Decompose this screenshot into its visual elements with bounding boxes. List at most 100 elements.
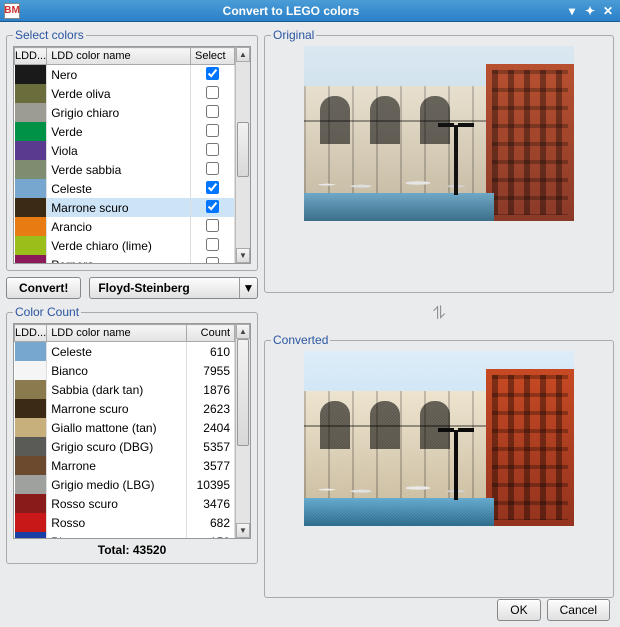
swap-button[interactable]: ⥮ [264,299,614,327]
color-count: 682 [187,513,235,532]
color-count: 1876 [187,380,235,399]
select-checkbox[interactable] [206,219,219,232]
scroll-down-icon[interactable]: ▼ [236,523,250,538]
table-row[interactable]: Grigio scuro (DBG)5357 [15,437,235,456]
color-name: Grigio chiaro [47,103,191,122]
table-row[interactable]: Sabbia (dark tan)1876 [15,380,235,399]
chevron-down-icon: ▼ [239,278,257,298]
maximize-icon[interactable]: ✦ [582,3,598,19]
color-swatch [15,84,47,103]
color-name: Nero [47,65,191,85]
select-checkbox[interactable] [206,257,219,264]
col-count[interactable]: Count [187,325,235,342]
color-swatch [15,65,47,84]
table-row[interactable]: Verde chiaro (lime) [15,236,235,255]
table-row[interactable]: Giallo mattone (tan)2404 [15,418,235,437]
color-swatch [15,160,47,179]
select-scrollbar[interactable]: ▲ ▼ [235,47,250,263]
table-row[interactable]: Celeste610 [15,342,235,362]
col-name[interactable]: LDD color name [47,48,191,65]
color-swatch [15,342,47,361]
color-name: Viola [47,141,191,160]
table-row[interactable]: Verde sabbia [15,160,235,179]
select-checkbox[interactable] [206,162,219,175]
table-row[interactable]: Grigio chiaro [15,103,235,122]
scroll-down-icon[interactable]: ▼ [236,248,250,263]
dither-select[interactable]: Floyd-Steinberg ▼ [89,277,258,299]
original-image [271,46,607,221]
select-checkbox[interactable] [206,143,219,156]
color-swatch [15,198,47,217]
minimize-icon[interactable]: ▾ [564,3,580,19]
window-title: Convert to LEGO colors [20,4,562,18]
select-checkbox[interactable] [206,181,219,194]
convert-button[interactable]: Convert! [6,277,81,299]
count-scrollbar[interactable]: ▲ ▼ [235,324,250,538]
total-value: 43520 [133,543,166,557]
color-count: 610 [187,342,235,362]
table-row[interactable]: Viola [15,141,235,160]
color-name: Giallo mattone (tan) [47,418,187,437]
color-swatch [15,399,47,418]
table-row[interactable]: Verde oliva [15,84,235,103]
select-checkbox[interactable] [206,105,219,118]
table-row[interactable]: Marrone3577 [15,456,235,475]
color-count: 2404 [187,418,235,437]
col-name[interactable]: LDD color name [47,325,187,342]
color-name: Grigio scuro (DBG) [47,437,187,456]
table-row[interactable]: Marrone scuro [15,198,235,217]
color-swatch [15,513,47,532]
close-icon[interactable]: ✕ [600,3,616,19]
table-row[interactable]: Nero [15,65,235,85]
col-select[interactable]: Select [191,48,235,65]
color-name: Rosso scuro [47,494,187,513]
swap-icon: ⥮ [432,303,445,324]
color-name: Verde chiaro (lime) [47,236,191,255]
table-row[interactable]: Marrone scuro2623 [15,399,235,418]
color-name: Celeste [47,179,191,198]
color-count: 10395 [187,475,235,494]
select-colors-legend: Select colors [13,28,86,42]
color-swatch [15,494,47,513]
table-row[interactable]: Celeste [15,179,235,198]
col-swatch[interactable]: LDD... [15,48,47,65]
ok-button[interactable]: OK [497,599,540,621]
color-swatch [15,236,47,255]
table-row[interactable]: Grigio medio (LBG)10395 [15,475,235,494]
total-label: Total: [98,543,130,557]
color-name: Blu [47,532,187,538]
color-name: Marrone scuro [47,198,191,217]
color-count: 7955 [187,361,235,380]
select-checkbox[interactable] [206,67,219,80]
color-name: Bianco [47,361,187,380]
color-name: Verde oliva [47,84,191,103]
table-row[interactable]: Rosso scuro3476 [15,494,235,513]
scroll-up-icon[interactable]: ▲ [236,324,250,339]
color-count: 2623 [187,399,235,418]
color-count-table: LDD... LDD color name Count Celeste610Bi… [13,323,251,539]
color-count: 159 [187,532,235,538]
total-row: Total: 43520 [13,543,251,557]
color-name: Sabbia (dark tan) [47,380,187,399]
color-swatch [15,255,47,263]
select-checkbox[interactable] [206,86,219,99]
select-checkbox[interactable] [206,238,219,251]
col-swatch[interactable]: LDD... [15,325,47,342]
table-row[interactable]: Verde [15,122,235,141]
titlebar: BM Convert to LEGO colors ▾ ✦ ✕ [0,0,620,22]
table-row[interactable]: Bianco7955 [15,361,235,380]
color-swatch [15,217,47,236]
select-checkbox[interactable] [206,200,219,213]
color-swatch [15,179,47,198]
color-swatch [15,456,47,475]
select-checkbox[interactable] [206,124,219,137]
scroll-up-icon[interactable]: ▲ [236,47,250,62]
table-row[interactable]: Rosso682 [15,513,235,532]
table-row[interactable]: Porpora [15,255,235,263]
color-swatch [15,361,47,380]
color-swatch [15,437,47,456]
table-row[interactable]: Blu159 [15,532,235,538]
color-count-legend: Color Count [13,305,81,319]
cancel-button[interactable]: Cancel [547,599,610,621]
table-row[interactable]: Arancio [15,217,235,236]
